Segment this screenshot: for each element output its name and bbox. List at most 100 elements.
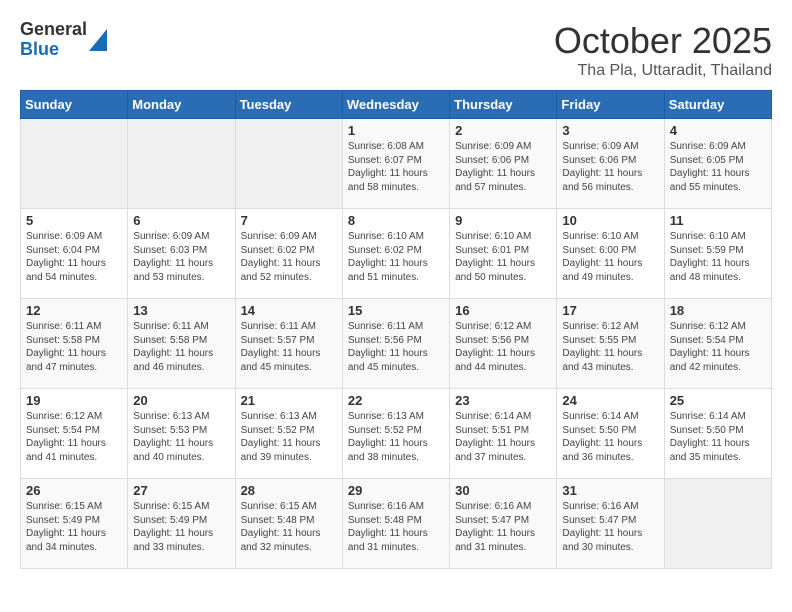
- calendar-cell: 17Sunrise: 6:12 AMSunset: 5:55 PMDayligh…: [557, 299, 664, 389]
- day-number: 4: [670, 123, 766, 138]
- day-number: 8: [348, 213, 444, 228]
- day-detail: Sunrise: 6:11 AMSunset: 5:56 PMDaylight:…: [348, 320, 444, 374]
- day-detail: Sunrise: 6:11 AMSunset: 5:58 PMDaylight:…: [133, 320, 229, 374]
- day-number: 15: [348, 303, 444, 318]
- day-number: 31: [562, 483, 658, 498]
- calendar-cell: 20 Sunrise: 6:13 AMSunset: 5:53 PMDayligh…: [128, 389, 235, 479]
- logo: General Blue: [20, 20, 107, 60]
- day-number: 21: [241, 393, 337, 408]
- day-detail: Sunrise: 6:14 AMSunset: 5:50 PMDaylight:…: [670, 410, 766, 464]
- day-number: 14: [241, 303, 337, 318]
- calendar-cell: 12 Sunrise: 6:11 AMSunset: 5:58 PMDayligh…: [21, 299, 128, 389]
- calendar-cell: 28 Sunrise: 6:15 AMSunset: 5:48 PMDayligh…: [235, 479, 342, 569]
- location: Tha Pla, Uttaradit, Thailand: [554, 62, 772, 80]
- calendar-cell: 5Sunrise: 6:09 AMSunset: 6:04 PMDaylight…: [21, 209, 128, 299]
- calendar-cell: [21, 119, 128, 209]
- calendar-cell: 16Sunrise: 6:12 AMSunset: 5:56 PMDayligh…: [450, 299, 557, 389]
- calendar-cell: 26 Sunrise: 6:15 AMSunset: 5:49 PMDayligh…: [21, 479, 128, 569]
- day-number: 20: [133, 393, 229, 408]
- calendar-cell: 29 Sunrise: 6:16 AMSunset: 5:48 PMDayligh…: [342, 479, 449, 569]
- day-detail: Sunrise: 6:09 AMSunset: 6:05 PMDaylight:…: [670, 140, 766, 194]
- day-detail: Sunrise: 6:16 AMSunset: 5:48 PMDaylight:…: [348, 500, 444, 554]
- day-number: 29: [348, 483, 444, 498]
- calendar-table: SundayMondayTuesdayWednesdayThursdayFrid…: [20, 90, 772, 569]
- day-number: 18: [670, 303, 766, 318]
- day-detail: Sunrise: 6:12 AMSunset: 5:54 PMDaylight:…: [670, 320, 766, 374]
- day-detail: Sunrise: 6:12 AMSunset: 5:55 PMDaylight:…: [562, 320, 658, 374]
- day-detail: Sunrise: 6:10 AMSunset: 5:59 PMDaylight:…: [670, 230, 766, 284]
- day-number: 24: [562, 393, 658, 408]
- day-number: 7: [241, 213, 337, 228]
- week-row-4: 19 Sunrise: 6:12 AMSunset: 5:54 PMDayligh…: [21, 389, 772, 479]
- calendar-cell: 27 Sunrise: 6:15 AMSunset: 5:49 PMDayligh…: [128, 479, 235, 569]
- day-detail: Sunrise: 6:12 AMSunset: 5:56 PMDaylight:…: [455, 320, 551, 374]
- logo-icon: [89, 29, 107, 51]
- day-detail: Sunrise: 6:13 AMSunset: 5:52 PMDaylight:…: [348, 410, 444, 464]
- day-detail: Sunrise: 6:14 AMSunset: 5:51 PMDaylight:…: [455, 410, 551, 464]
- day-detail: Sunrise: 6:11 AMSunset: 5:58 PMDaylight:…: [26, 320, 122, 374]
- calendar-body: 1 Sunrise: 6:08 AMSunset: 6:07 PMDaylight…: [21, 119, 772, 569]
- day-detail: Sunrise: 6:09 AMSunset: 6:06 PMDaylight:…: [455, 140, 551, 194]
- logo-blue: Blue: [20, 40, 87, 60]
- day-number: 9: [455, 213, 551, 228]
- calendar-header: SundayMondayTuesdayWednesdayThursdayFrid…: [21, 91, 772, 119]
- header-day-thursday: Thursday: [450, 91, 557, 119]
- calendar-cell: 13 Sunrise: 6:11 AMSunset: 5:58 PMDayligh…: [128, 299, 235, 389]
- day-detail: Sunrise: 6:12 AMSunset: 5:54 PMDaylight:…: [26, 410, 122, 464]
- calendar-cell: 10Sunrise: 6:10 AMSunset: 6:00 PMDayligh…: [557, 209, 664, 299]
- day-number: 23: [455, 393, 551, 408]
- day-detail: Sunrise: 6:15 AMSunset: 5:49 PMDaylight:…: [26, 500, 122, 554]
- day-number: 22: [348, 393, 444, 408]
- calendar-cell: 23 Sunrise: 6:14 AMSunset: 5:51 PMDayligh…: [450, 389, 557, 479]
- page: General Blue October 2025 Tha Pla, Uttar…: [0, 0, 792, 579]
- day-detail: Sunrise: 6:13 AMSunset: 5:53 PMDaylight:…: [133, 410, 229, 464]
- day-number: 10: [562, 213, 658, 228]
- day-detail: Sunrise: 6:09 AMSunset: 6:02 PMDaylight:…: [241, 230, 337, 284]
- calendar-cell: 8 Sunrise: 6:10 AMSunset: 6:02 PMDaylight…: [342, 209, 449, 299]
- calendar-cell: 24 Sunrise: 6:14 AMSunset: 5:50 PMDayligh…: [557, 389, 664, 479]
- day-detail: Sunrise: 6:15 AMSunset: 5:49 PMDaylight:…: [133, 500, 229, 554]
- header-day-wednesday: Wednesday: [342, 91, 449, 119]
- header-row: SundayMondayTuesdayWednesdayThursdayFrid…: [21, 91, 772, 119]
- calendar-cell: [128, 119, 235, 209]
- calendar-cell: 21Sunrise: 6:13 AMSunset: 5:52 PMDayligh…: [235, 389, 342, 479]
- calendar-cell: 9 Sunrise: 6:10 AMSunset: 6:01 PMDaylight…: [450, 209, 557, 299]
- day-number: 12: [26, 303, 122, 318]
- calendar-cell: 22 Sunrise: 6:13 AMSunset: 5:52 PMDayligh…: [342, 389, 449, 479]
- day-number: 28: [241, 483, 337, 498]
- day-detail: Sunrise: 6:09 AMSunset: 6:03 PMDaylight:…: [133, 230, 229, 284]
- header-day-sunday: Sunday: [21, 91, 128, 119]
- calendar-cell: 18 Sunrise: 6:12 AMSunset: 5:54 PMDayligh…: [664, 299, 771, 389]
- day-detail: Sunrise: 6:10 AMSunset: 6:01 PMDaylight:…: [455, 230, 551, 284]
- day-number: 13: [133, 303, 229, 318]
- day-detail: Sunrise: 6:08 AMSunset: 6:07 PMDaylight:…: [348, 140, 444, 194]
- day-detail: Sunrise: 6:16 AMSunset: 5:47 PMDaylight:…: [455, 500, 551, 554]
- day-number: 6: [133, 213, 229, 228]
- calendar-cell: 15 Sunrise: 6:11 AMSunset: 5:56 PMDayligh…: [342, 299, 449, 389]
- logo-text: General Blue: [20, 20, 107, 60]
- header-day-saturday: Saturday: [664, 91, 771, 119]
- week-row-2: 5Sunrise: 6:09 AMSunset: 6:04 PMDaylight…: [21, 209, 772, 299]
- week-row-1: 1 Sunrise: 6:08 AMSunset: 6:07 PMDaylight…: [21, 119, 772, 209]
- header-day-friday: Friday: [557, 91, 664, 119]
- calendar-cell: 31 Sunrise: 6:16 AMSunset: 5:47 PMDayligh…: [557, 479, 664, 569]
- day-number: 19: [26, 393, 122, 408]
- calendar-cell: 2 Sunrise: 6:09 AMSunset: 6:06 PMDaylight…: [450, 119, 557, 209]
- day-number: 11: [670, 213, 766, 228]
- week-row-5: 26 Sunrise: 6:15 AMSunset: 5:49 PMDayligh…: [21, 479, 772, 569]
- day-number: 26: [26, 483, 122, 498]
- day-number: 27: [133, 483, 229, 498]
- day-detail: Sunrise: 6:14 AMSunset: 5:50 PMDaylight:…: [562, 410, 658, 464]
- calendar-cell: 4 Sunrise: 6:09 AMSunset: 6:05 PMDaylight…: [664, 119, 771, 209]
- day-number: 2: [455, 123, 551, 138]
- calendar-cell: 1 Sunrise: 6:08 AMSunset: 6:07 PMDaylight…: [342, 119, 449, 209]
- calendar-cell: 11 Sunrise: 6:10 AMSunset: 5:59 PMDayligh…: [664, 209, 771, 299]
- month-title: October 2025: [554, 20, 772, 62]
- day-detail: Sunrise: 6:15 AMSunset: 5:48 PMDaylight:…: [241, 500, 337, 554]
- day-detail: Sunrise: 6:16 AMSunset: 5:47 PMDaylight:…: [562, 500, 658, 554]
- calendar-cell: [235, 119, 342, 209]
- calendar-cell: 3Sunrise: 6:09 AMSunset: 6:06 PMDaylight…: [557, 119, 664, 209]
- day-detail: Sunrise: 6:10 AMSunset: 6:02 PMDaylight:…: [348, 230, 444, 284]
- day-detail: Sunrise: 6:09 AMSunset: 6:06 PMDaylight:…: [562, 140, 658, 194]
- day-number: 1: [348, 123, 444, 138]
